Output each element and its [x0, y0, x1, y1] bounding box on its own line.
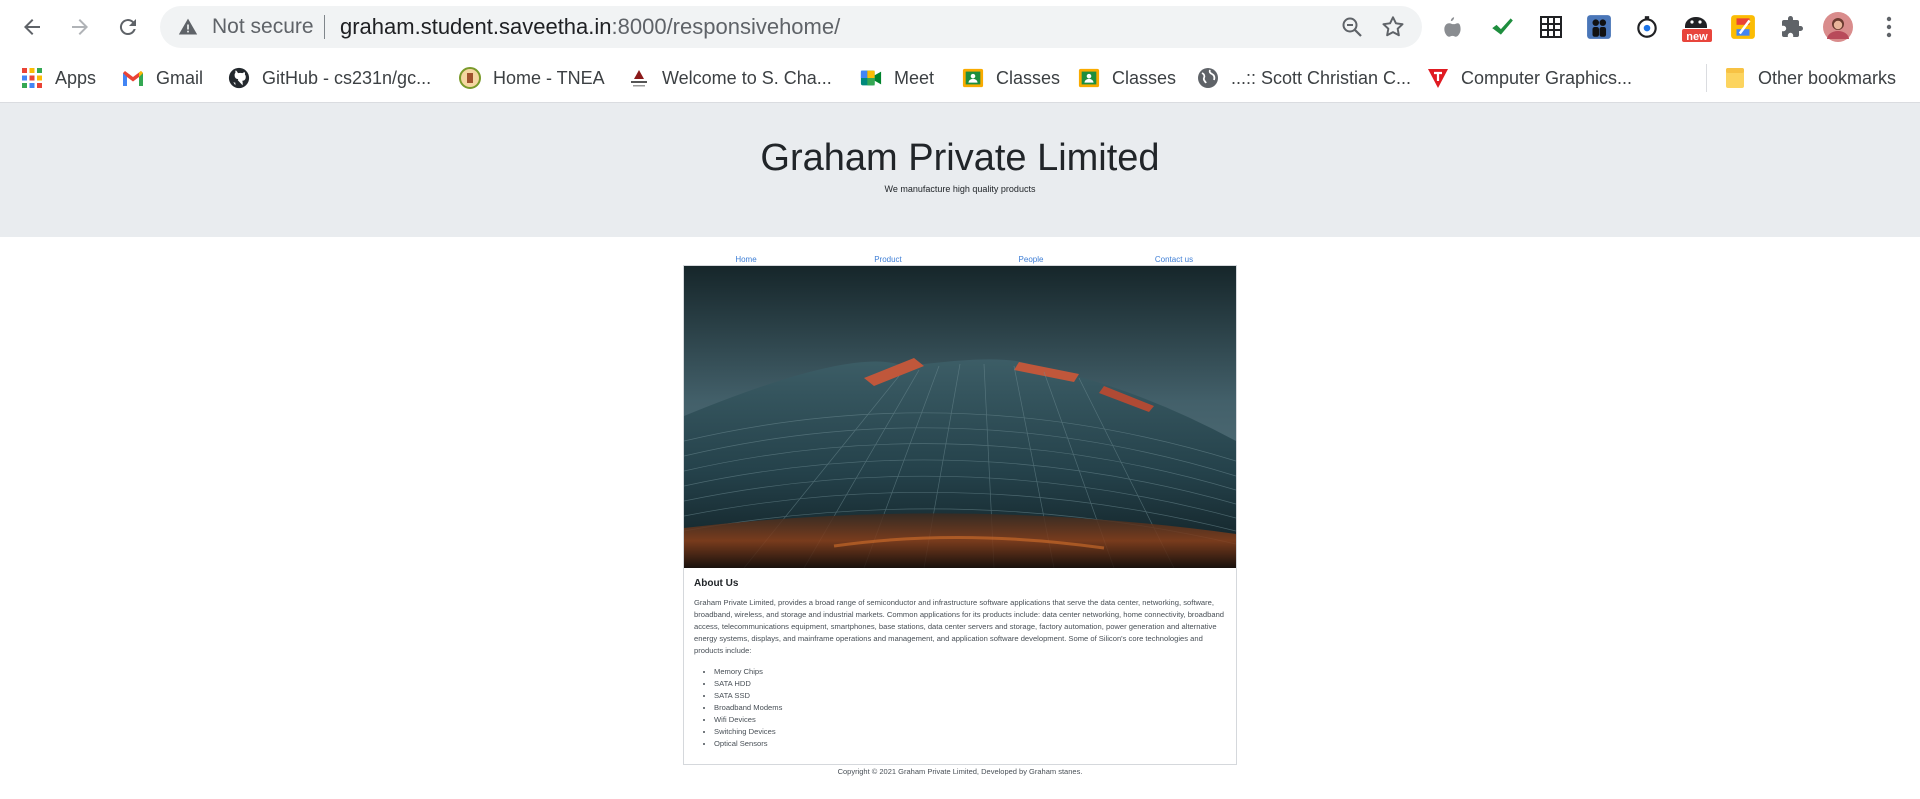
security-label[interactable]: Not secure [212, 15, 314, 39]
bookmark-tnea[interactable]: Home - TNEA [459, 65, 605, 91]
meet-icon [860, 67, 882, 89]
folder-icon [1724, 67, 1746, 89]
kebab-menu-icon [1886, 16, 1892, 38]
page-title: Graham Private Limited [760, 137, 1160, 179]
address-divider [324, 15, 325, 39]
nav-link-product[interactable]: Product [874, 255, 902, 264]
page-header: Graham Private Limited We manufacture hi… [0, 103, 1920, 237]
github-icon [228, 67, 250, 89]
bookmark-classes-1[interactable]: Classes [962, 65, 1060, 91]
about-paragraph: Graham Private Limited, provides a broad… [694, 598, 1225, 655]
bookmark-star-icon[interactable] [1380, 14, 1406, 45]
bookmarks-bar: Apps Gmail GitHub - cs231n/gc... Home - … [0, 54, 1920, 103]
new-badge-label: new [1686, 31, 1708, 43]
product-list: Memory Chips SATA HDD SATA SSD Broadband… [694, 666, 1228, 750]
new-badge-icon[interactable]: new [1680, 12, 1714, 43]
back-arrow-icon [24, 19, 40, 35]
tnea-emblem-icon [459, 67, 481, 89]
browser-menu-button[interactable] [1874, 12, 1904, 42]
browser-toolbar: Not secure graham.student.saveetha.in:80… [0, 0, 1920, 54]
about-heading: About Us [694, 578, 739, 589]
bookmark-label: GitHub - cs231n/gc... [262, 67, 432, 88]
bookmark-meet[interactable]: Meet [860, 65, 934, 91]
warning-icon [178, 17, 198, 42]
list-item: Wifi Devices [714, 714, 1228, 726]
page-footer: Copyright © 2021 Graham Private Limited,… [837, 767, 1083, 776]
about-card: About Us Graham Private Limited, provide… [683, 265, 1237, 765]
tutorial-logo-icon [1427, 67, 1449, 89]
about-section: About Us Graham Private Limited, provide… [694, 578, 1228, 750]
back-button[interactable] [14, 10, 50, 44]
bookmark-apps[interactable]: Apps [21, 65, 96, 91]
list-item: Optical Sensors [714, 738, 1228, 750]
nav-link-contact[interactable]: Contact us [1155, 255, 1193, 264]
people-icon[interactable] [1584, 12, 1614, 42]
url-path: :8000/responsivehome/ [611, 14, 841, 39]
bookmark-label: Other bookmarks [1758, 67, 1897, 88]
bookmark-label: Classes [996, 67, 1061, 88]
classroom-icon [1078, 67, 1100, 89]
bookmark-s-cha[interactable]: Welcome to S. Cha... [628, 65, 832, 91]
globe-icon [1197, 67, 1219, 89]
bookmark-label: Meet [894, 67, 935, 88]
profile-avatar[interactable] [1823, 12, 1853, 42]
list-item: SATA HDD [714, 678, 1228, 690]
bookmark-label: Welcome to S. Cha... [662, 67, 832, 88]
address-bar[interactable]: Not secure graham.student.saveetha.in:80… [160, 6, 1422, 48]
list-item: Switching Devices [714, 726, 1228, 738]
reload-button[interactable] [110, 10, 146, 44]
bookmark-label: Computer Graphics... [1461, 67, 1633, 88]
url-text[interactable]: graham.student.saveetha.in:8000/responsi… [340, 14, 840, 40]
bookmark-scott-christian[interactable]: ...:: Scott Christian C... [1197, 65, 1411, 91]
bookmark-computer-graphics[interactable]: Computer Graphics... [1427, 65, 1632, 91]
apps-grid-icon [21, 67, 43, 89]
bookmark-label: ...:: Scott Christian C... [1231, 67, 1412, 88]
list-item: Memory Chips [714, 666, 1228, 678]
apple-icon[interactable] [1438, 12, 1468, 42]
reload-icon [119, 19, 136, 36]
nav-link-people[interactable]: People [1019, 255, 1044, 264]
list-item: Broadband Modems [714, 702, 1228, 714]
bookmark-label: Home - TNEA [493, 67, 605, 88]
puzzle-icon[interactable] [1777, 12, 1807, 42]
bookmarks-divider [1706, 64, 1707, 92]
building-photo [684, 266, 1236, 568]
bookmark-github[interactable]: GitHub - cs231n/gc... [228, 65, 431, 91]
page-tagline: We manufacture high quality products [884, 184, 1036, 194]
bookmark-label: Classes [1112, 67, 1177, 88]
bookmark-gmail[interactable]: Gmail [122, 65, 203, 91]
other-bookmarks-folder[interactable]: Other bookmarks [1724, 65, 1896, 91]
classroom-icon [962, 67, 984, 89]
timer-icon[interactable] [1632, 12, 1662, 42]
checkmark-icon[interactable] [1487, 12, 1517, 42]
zoom-out-icon[interactable] [1340, 15, 1364, 44]
colorful-extension-icon[interactable] [1728, 12, 1758, 42]
college-logo-icon [628, 67, 650, 89]
url-host: graham.student.saveetha.in [340, 14, 612, 39]
bookmark-classes-2[interactable]: Classes [1078, 65, 1176, 91]
nav-link-home[interactable]: Home [735, 255, 756, 264]
grid-icon[interactable] [1536, 12, 1566, 42]
forward-button[interactable] [62, 10, 98, 44]
forward-arrow-icon [72, 19, 88, 35]
bookmark-label: Apps [55, 67, 97, 88]
gmail-icon [122, 67, 144, 89]
list-item: SATA SSD [714, 690, 1228, 702]
bookmark-label: Gmail [156, 67, 204, 88]
